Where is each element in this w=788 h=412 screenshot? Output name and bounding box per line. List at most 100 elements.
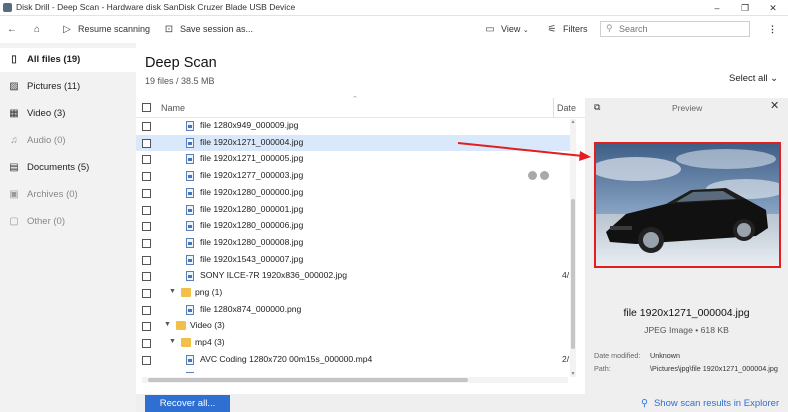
row-checkbox[interactable] bbox=[142, 238, 151, 248]
row-checkbox[interactable] bbox=[142, 355, 151, 365]
row-checkbox[interactable] bbox=[142, 305, 151, 315]
row-checkbox[interactable] bbox=[142, 322, 151, 332]
scroll-up-icon[interactable]: ▲ bbox=[570, 119, 576, 125]
view-button[interactable]: ▭ View ⌄ bbox=[484, 21, 529, 37]
folder-icon bbox=[181, 288, 191, 297]
row-checkbox[interactable] bbox=[142, 205, 151, 215]
close-preview-icon[interactable]: ✕ bbox=[770, 99, 779, 112]
view-icon: ▭ bbox=[485, 24, 495, 35]
document-icon: ▤ bbox=[9, 162, 19, 173]
filters-button[interactable]: ⚟ Filters bbox=[546, 21, 588, 37]
sidebar-item-documents[interactable]: ▤ Documents (5) bbox=[0, 156, 136, 180]
preview-action-icon[interactable] bbox=[528, 171, 537, 181]
table-row[interactable]: file 1920x1280_000008.jpg bbox=[136, 235, 576, 252]
recover-all-button[interactable]: Recover all... bbox=[145, 395, 230, 412]
file-name: file 1920x1280_000000.jpg bbox=[200, 186, 304, 197]
scan-summary: 19 files / 38.5 MB bbox=[145, 76, 215, 86]
minimize-button[interactable]: – bbox=[703, 0, 731, 16]
recover-action-icon[interactable] bbox=[540, 171, 549, 181]
table-row[interactable]: file 1280x874_000000.png bbox=[136, 302, 576, 319]
sidebar-item-all-files[interactable]: ▯ All files (19) bbox=[0, 48, 136, 72]
save-icon: ⊡ bbox=[164, 24, 174, 35]
select-all-checkbox[interactable] bbox=[142, 103, 151, 112]
expand-toggle-icon[interactable]: ▼ bbox=[164, 321, 171, 328]
row-checkbox[interactable] bbox=[142, 188, 151, 198]
scroll-down-icon[interactable]: ▼ bbox=[570, 371, 576, 377]
table-row[interactable]: file 1920x1543_000007.jpg bbox=[136, 252, 576, 269]
row-checkbox[interactable] bbox=[142, 222, 151, 232]
vertical-scroll-thumb[interactable] bbox=[571, 199, 575, 349]
sidebar-item-label: Pictures (11) bbox=[27, 81, 81, 92]
sidebar-item-label: Other (0) bbox=[27, 216, 66, 227]
horizontal-scroll-thumb[interactable] bbox=[148, 378, 468, 382]
table-row[interactable]: AVC Coding 1280x720 00m15s_000001.mp42/1 bbox=[136, 369, 576, 373]
file-name: file 1920x1280_000006.jpg bbox=[200, 220, 304, 231]
horizontal-scrollbar[interactable] bbox=[142, 377, 568, 383]
row-checkbox[interactable] bbox=[142, 255, 151, 265]
search-icon: ⚲ bbox=[606, 23, 613, 33]
table-row[interactable]: file 1920x1271_000004.jpg bbox=[136, 134, 576, 152]
column-separator[interactable] bbox=[553, 98, 554, 118]
sidebar-item-archives[interactable]: ▣ Archives (0) bbox=[0, 183, 136, 207]
image-file-icon bbox=[186, 371, 194, 373]
table-row[interactable]: file 1920x1277_000003.jpg bbox=[136, 168, 576, 185]
vertical-scrollbar[interactable]: ▲ ▼ bbox=[570, 119, 576, 377]
resume-scanning-button[interactable]: ▷ Resume scanning bbox=[61, 21, 150, 37]
folder-name: mp4 (3) bbox=[195, 337, 225, 348]
file-name: file 1920x1543_000007.jpg bbox=[200, 253, 304, 264]
table-row[interactable]: SONY ILCE-7R 1920x836_000002.jpg 4/1 bbox=[136, 268, 576, 285]
expand-toggle-icon[interactable]: ▼ bbox=[169, 338, 176, 345]
save-session-label: Save session as... bbox=[180, 24, 254, 34]
table-row[interactable]: file 1280x949_000009.jpg bbox=[136, 118, 576, 135]
row-checkbox[interactable] bbox=[142, 272, 151, 282]
image-file-icon bbox=[186, 154, 194, 165]
expand-toggle-icon[interactable]: ▼ bbox=[169, 288, 176, 295]
back-arrow-icon: ← bbox=[7, 24, 17, 35]
sidebar-item-label: Documents (5) bbox=[27, 162, 90, 173]
folder-row[interactable]: ▼ Video (3) bbox=[136, 318, 576, 335]
sidebar-item-other[interactable]: ▢ Other (0) bbox=[0, 210, 136, 234]
sidebar-item-video[interactable]: ▦ Video (3) bbox=[0, 102, 136, 126]
save-session-button[interactable]: ⊡ Save session as... bbox=[163, 21, 253, 37]
row-checkbox[interactable] bbox=[142, 138, 151, 148]
sidebar: ▯ All files (19) ▨ Pictures (11) ▦ Video… bbox=[0, 43, 136, 412]
select-all-dropdown[interactable]: Select all ⌄ bbox=[729, 73, 778, 84]
show-scan-results-link[interactable]: ⚲ Show scan results in Explorer bbox=[641, 398, 779, 409]
row-checkbox[interactable] bbox=[142, 339, 151, 349]
sidebar-item-audio[interactable]: ♫ Audio (0) bbox=[0, 129, 136, 153]
folder-row[interactable]: ▼ mp4 (3) bbox=[136, 335, 576, 352]
row-checkbox[interactable] bbox=[142, 372, 151, 373]
file-name: file 1920x1280_000001.jpg bbox=[200, 203, 304, 214]
row-checkbox[interactable] bbox=[142, 155, 151, 165]
more-options-button[interactable]: ⋮ bbox=[768, 21, 777, 37]
sort-ascending-icon[interactable]: ⌃ bbox=[352, 95, 358, 103]
home-button[interactable]: ⌂ bbox=[31, 21, 43, 37]
image-file-icon bbox=[186, 221, 194, 232]
folder-row[interactable]: ▼ png (1) bbox=[136, 285, 576, 302]
image-file-icon bbox=[186, 304, 194, 315]
row-checkbox[interactable] bbox=[142, 122, 151, 131]
sidebar-item-pictures[interactable]: ▨ Pictures (11) bbox=[0, 75, 136, 99]
table-row[interactable]: file 1920x1271_000005.jpg bbox=[136, 151, 576, 168]
row-checkbox[interactable] bbox=[142, 172, 151, 182]
view-label: View bbox=[501, 24, 521, 34]
preview-panel: ⧉ Preview ✕ file 1920x1271_000004.jpg JP… bbox=[585, 98, 788, 394]
name-column-header[interactable]: Name bbox=[161, 103, 185, 113]
other-icon: ▢ bbox=[9, 216, 19, 227]
table-row[interactable]: file 1920x1280_000001.jpg bbox=[136, 202, 576, 219]
table-row[interactable]: file 1920x1280_000006.jpg bbox=[136, 218, 576, 235]
close-window-button[interactable]: ✕ bbox=[759, 0, 787, 16]
row-checkbox[interactable] bbox=[142, 289, 151, 298]
date-column-header[interactable]: Date bbox=[557, 103, 576, 113]
date-modified-value: Unknown bbox=[650, 351, 680, 360]
file-name: file 1920x1277_000003.jpg bbox=[200, 170, 304, 181]
open-preview-icon[interactable]: ⧉ bbox=[594, 102, 600, 113]
maximize-button[interactable]: ❐ bbox=[731, 0, 759, 16]
back-button[interactable]: ← bbox=[6, 21, 18, 37]
sidebar-item-label: Video (3) bbox=[27, 108, 66, 119]
music-icon: ♫ bbox=[10, 135, 18, 146]
table-row[interactable]: AVC Coding 1280x720 00m15s_000000.mp4 2/1 bbox=[136, 352, 576, 369]
search-box[interactable]: ⚲ bbox=[600, 21, 750, 37]
table-row[interactable]: file 1920x1280_000000.jpg bbox=[136, 185, 576, 202]
search-input[interactable] bbox=[619, 23, 744, 35]
